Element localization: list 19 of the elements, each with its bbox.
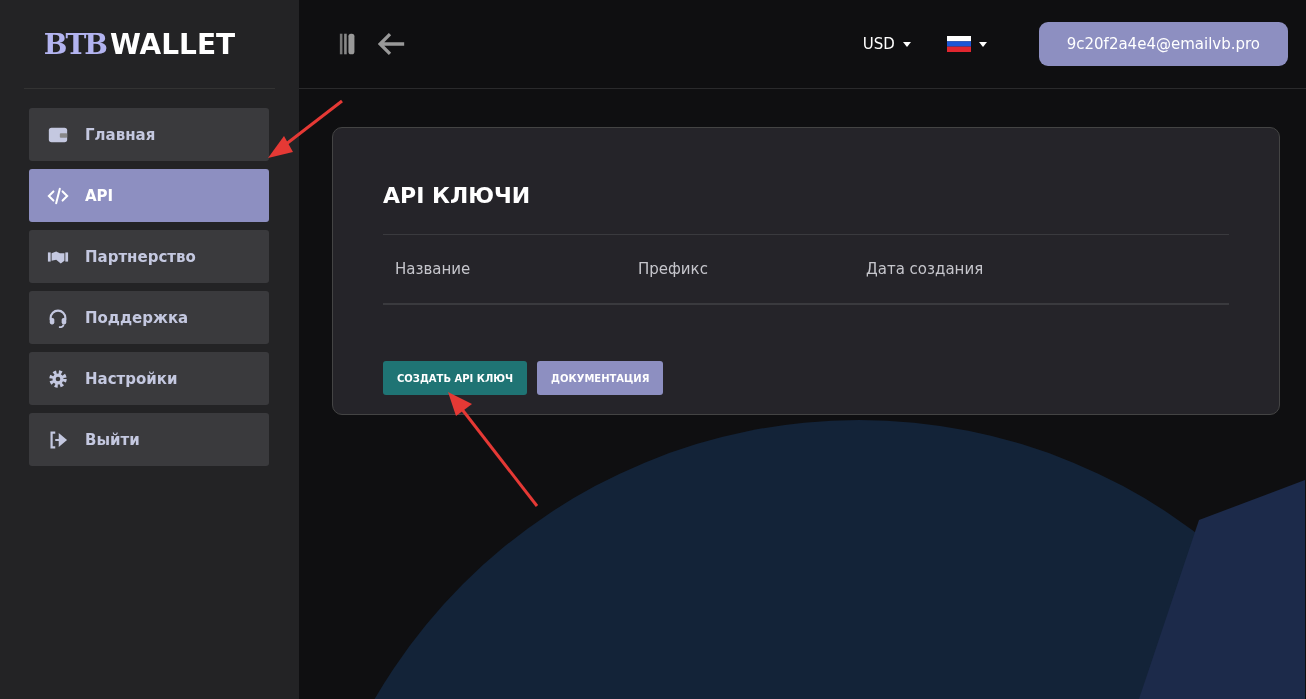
- column-header: Префикс: [638, 260, 709, 278]
- caret-icon: [978, 41, 987, 47]
- card-title: API КЛЮЧИ: [383, 180, 1229, 235]
- create-key-button[interactable]: СОЗДАТЬ API КЛЮЧ: [383, 361, 528, 395]
- flag-icon: [946, 36, 971, 52]
- gear-icon: [47, 367, 69, 390]
- nav-item[interactable]: Поддержка: [29, 291, 269, 344]
- sidebar-toggle-icon[interactable]: [339, 32, 357, 56]
- column-header: Дата создания: [866, 260, 984, 278]
- back-arrow-icon[interactable]: [378, 32, 407, 56]
- nav-item[interactable]: Выйти: [29, 413, 269, 466]
- caret-icon: [902, 41, 911, 47]
- logo-mark: BTB: [43, 27, 106, 61]
- logo-text: WALLET: [109, 27, 236, 61]
- nav-item[interactable]: Главная: [29, 108, 269, 161]
- nav-item[interactable]: Настройки: [29, 352, 269, 405]
- column-header: Название: [395, 260, 472, 278]
- currency-dropdown[interactable]: USD: [858, 31, 915, 57]
- nav-item[interactable]: Партнерство: [29, 230, 269, 283]
